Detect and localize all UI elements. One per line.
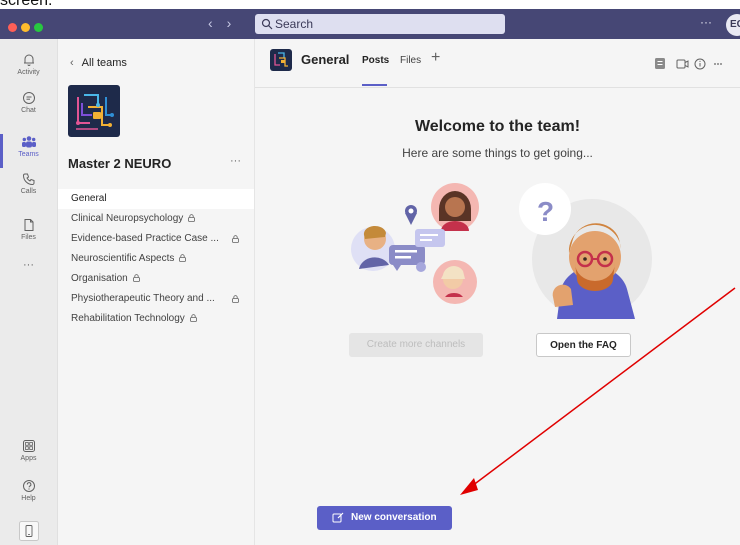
app-rail: Activity Chat Teams Calls Files ··· Apps… [0,39,58,545]
svg-text:?: ? [537,196,554,227]
rail-label: Files [21,234,36,241]
forward-arrow-icon[interactable]: › [227,15,232,31]
title-bar: ‹› Search ··· EC [0,9,740,39]
lock-icon [179,254,187,262]
tab-posts[interactable]: Posts [362,55,389,66]
lock-icon [188,214,196,222]
header-icons-group [655,58,722,70]
rail-label: Activity [17,69,40,76]
channel-organisation[interactable]: Organisation [58,269,254,289]
active-tab-indicator [362,84,387,86]
minimize-window-button[interactable] [21,23,30,32]
tab-files[interactable]: Files [400,55,421,66]
search-placeholder: Search [275,17,314,31]
rail-item-chat[interactable]: Chat [0,91,57,114]
open-faq-button[interactable]: Open the FAQ [536,333,631,357]
channel-neuroscientific-aspects[interactable]: Neuroscientific Aspects [58,249,254,269]
compose-icon [332,512,344,523]
channel-main: General Posts Files + Welcome to the tea… [255,39,740,545]
rail-item-more[interactable]: ··· [0,259,57,271]
info-icon[interactable] [694,58,706,70]
rail-item-teams[interactable]: Teams [0,135,57,158]
back-arrow-icon[interactable]: ‹ [208,15,213,31]
more-options-icon[interactable] [714,63,722,65]
history-navigation: ‹ › [208,15,245,31]
team-more-options-button[interactable]: ··· [230,155,241,167]
teams-icon [21,136,36,148]
rail-item-mobile[interactable] [0,521,57,543]
more-icon: ··· [23,259,34,271]
close-window-button[interactable] [8,23,17,32]
rail-item-activity[interactable]: Activity [0,53,57,76]
meeting-notes-icon[interactable] [655,58,665,69]
help-icon [22,480,35,492]
team-name: Master 2 NEURO [68,156,172,171]
search-input[interactable]: Search [255,14,505,34]
channel-general[interactable]: General [58,189,254,209]
circuit-logo-icon [274,52,288,67]
circuit-logo-icon [76,94,114,130]
rail-item-help[interactable]: Help [0,479,57,502]
welcome-subtitle: Here are some things to get going... [402,146,593,160]
create-more-channels-button[interactable]: Create more channels [349,333,483,357]
channel-clinical-neuropsychology[interactable]: Clinical Neuropsychology [58,209,254,229]
channel-rehabilitation-technology[interactable]: Rehabilitation Technology [58,309,254,329]
lock-icon [132,274,140,282]
lock-icon [189,314,197,322]
channel-physiotherapeutic-theory[interactable]: Physiotherapeutic Theory and ... [58,289,254,309]
welcome-title: Welcome to the team! [414,118,581,135]
channel-label: Neuroscientific Aspects [71,253,175,264]
channel-label: Physiotherapeutic Theory and ... [71,293,215,304]
add-tab-button[interactable]: + [431,49,440,67]
new-conversation-button[interactable]: New conversation [317,506,452,530]
rail-item-calls[interactable]: Calls [0,172,57,195]
channel-team-icon [270,49,292,71]
channel-label: General [71,193,107,204]
faq-illustration: ? [519,183,652,319]
channel-label: Organisation [71,273,128,284]
rail-label: Teams [18,151,39,158]
rail-item-files[interactable]: Files [0,218,57,241]
team-chat-illustration [351,183,479,304]
team-panel: ‹ All teams Master 2 NEURO ··· General Cl… [58,39,255,545]
rail-label: Chat [21,107,36,114]
lock-icon [232,295,239,303]
channel-label: Evidence-based Practice Case ... [71,233,219,244]
settings-more-button[interactable]: ··· [700,15,712,29]
apps-icon [22,440,35,452]
mobile-phone-icon [18,521,39,541]
channel-label: Rehabilitation Technology [71,313,185,324]
header-actions [655,57,735,76]
chevron-left-icon: ‹ [70,57,74,69]
rail-label: Calls [20,188,37,195]
phone-icon [22,173,34,186]
all-teams-link[interactable]: ‹ All teams [70,57,127,69]
new-conversation-label: New conversation [351,512,437,523]
rail-item-apps[interactable]: Apps [0,439,57,462]
file-icon [24,219,33,231]
video-call-icon[interactable] [676,59,689,69]
channel-title: General [301,52,350,67]
top-text-fragment: screen. [0,0,740,9]
rail-label: Apps [20,455,37,462]
all-teams-label: All teams [81,57,127,69]
window-controls [8,19,47,37]
chat-icon [22,92,35,104]
channel-header: General Posts Files + [255,39,740,88]
zoom-window-button[interactable] [34,23,43,32]
bell-icon [23,54,34,66]
team-logo [68,85,120,137]
channel-label: Clinical Neuropsychology [71,213,184,224]
user-avatar[interactable]: EC [726,14,740,36]
rail-label: Help [21,495,36,502]
search-icon [261,18,273,30]
channel-evidence-based-practice[interactable]: Evidence-based Practice Case ... [58,229,254,249]
lock-icon [232,235,239,243]
